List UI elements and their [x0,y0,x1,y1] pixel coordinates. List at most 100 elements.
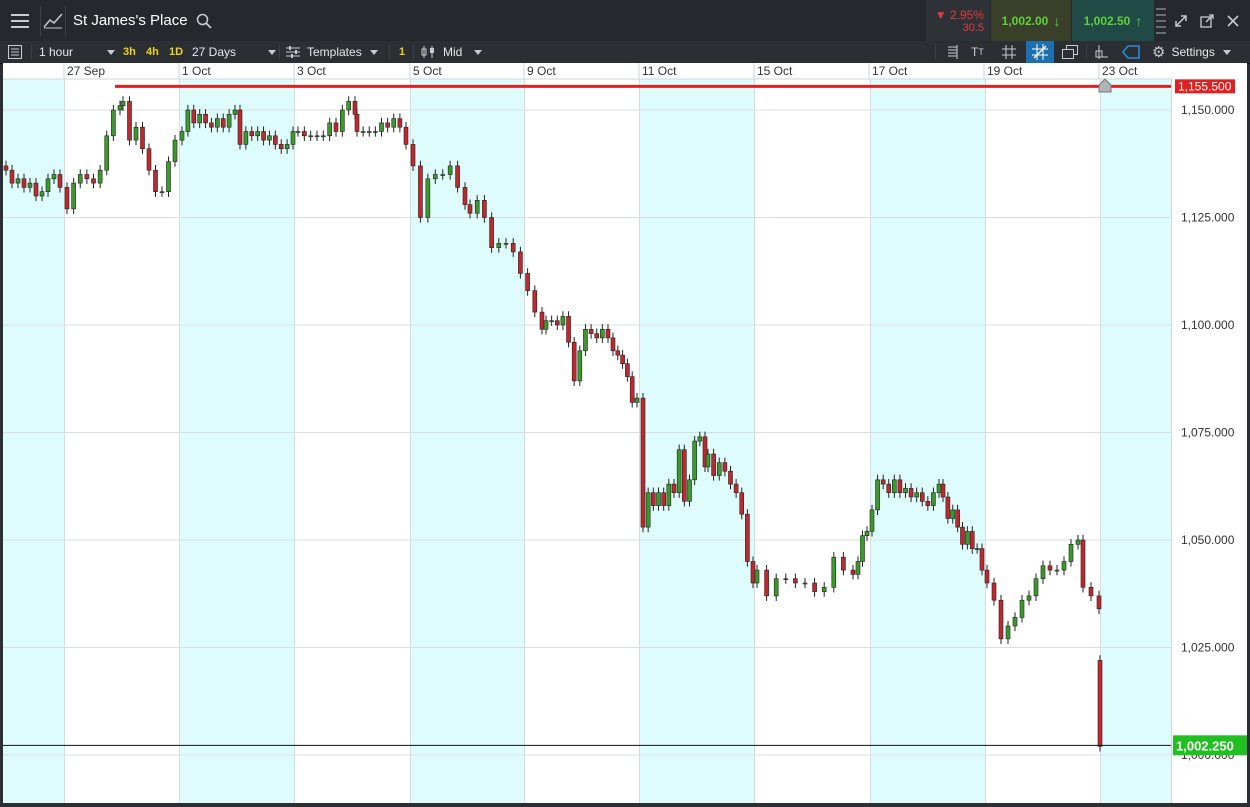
y-tick-label: 1,100.000 [1181,318,1235,332]
candles-icon [421,46,434,58]
candle-body [936,483,942,494]
drawing-icon[interactable] [1094,41,1108,63]
candle-body [892,479,897,493]
candle-body [385,122,390,128]
candle-body [634,397,640,403]
expand-icon[interactable] [1170,0,1192,41]
candle-body [1012,617,1018,627]
candle-body [651,492,656,506]
candle-body [697,436,703,442]
menu-icon[interactable] [0,0,40,41]
candle-body [661,492,666,506]
candle-body [64,187,70,210]
range-select[interactable]: 27 Days [192,41,276,63]
candle-body [940,483,946,498]
templates-button[interactable]: Templates [286,41,378,63]
candle-body [991,582,997,601]
quick-1d-button[interactable]: 1D [169,41,183,63]
candle-body [979,548,985,571]
layers-icon[interactable] [1062,41,1078,63]
candle-body [352,101,358,115]
candle-body [57,174,63,188]
candle-body [27,182,33,188]
chart-area[interactable]: 27 Sep 1 Oct 3 Oct 5 Oct 9 Oct 11 Oct 15 Oct 17… [3,63,1247,803]
candle-body [172,139,178,162]
candle-body [897,479,903,493]
chart-toolbar: 1 hour 3h 4h 1D 27 Days Templates 1 Mid … [0,41,1250,64]
candle-body [379,122,384,132]
candle-body [440,174,446,176]
crosshair-grid-icon[interactable] [1026,41,1054,63]
candlestick-chart[interactable]: 27 Sep 1 Oct 3 Oct 5 Oct 9 Oct 11 Oct 15 Oct 17… [3,63,1247,803]
price-change: ▼ 2.95% 30.5 [926,0,990,41]
indicators-icon[interactable] [944,41,958,63]
text-size-icon[interactable]: TT [971,41,984,63]
quick-4h-button[interactable]: 4h [146,41,159,63]
candle-body [640,397,646,528]
candle-body [1033,578,1039,597]
day-shade-band [179,79,294,803]
quick-4h-label: 4h [146,46,159,58]
sell-button[interactable]: 1,002.00 ↓ [991,0,1071,41]
drag-handle-icon[interactable] [1154,0,1168,41]
candle-body [273,135,278,145]
candle-body [783,578,789,581]
one-button[interactable]: 1 [399,41,405,63]
search-icon[interactable] [196,13,212,34]
title-bar: St James's Place ▼ 2.95% 30.5 1,002.00 ↓… [0,0,1250,42]
label-tag-icon[interactable] [1118,41,1144,63]
candle-body [821,586,827,592]
change-absolute: 30.5 [962,22,984,34]
candle-body [267,135,272,141]
day-shade-band [1100,79,1171,803]
x-tick-label: 9 Oct [527,64,556,78]
interval-select[interactable]: 1 hour [39,41,115,63]
candle-body [998,599,1004,640]
y-tick-label: 1,150.000 [1181,103,1235,117]
price-type-select[interactable]: Mid [421,41,483,63]
close-icon[interactable] [1222,0,1244,41]
candle-body [360,131,366,133]
candle-body [733,483,739,494]
candle-body [1005,625,1011,640]
candle-body [931,492,936,506]
candle-body [1068,543,1074,562]
candle-body [945,496,951,519]
x-tick-label: 27 Sep [67,64,105,78]
candle-body [919,492,925,502]
buy-button[interactable]: 1,002.50 ↑ [1072,0,1154,41]
candle-body [104,135,110,171]
candle-body [969,531,975,549]
candle-body [645,492,651,528]
quick-3h-button[interactable]: 3h [123,41,136,63]
sliders-icon [286,46,300,58]
candle-body [615,350,621,356]
chart-type-icon[interactable] [41,0,65,41]
candle-body [354,113,360,132]
candle-body [925,500,931,506]
grid-icon[interactable] [1002,41,1016,63]
candle-body [249,131,255,137]
candle-body [366,131,372,133]
change-percent: ▼ 2.95% [934,8,984,22]
candle-body [711,453,716,476]
candle-body [314,135,320,138]
interval-label: 1 hour [39,45,74,59]
candle-body [543,320,549,330]
popout-icon[interactable] [1196,0,1218,41]
candle-body [705,453,711,468]
candle-body [812,582,817,592]
quick-3h-label: 3h [123,46,136,58]
settings-button[interactable]: ⚙ Settings [1152,41,1231,63]
candle-body [1019,599,1025,618]
candle-body [625,363,630,377]
candle-body [1054,569,1060,572]
candle-body [467,204,473,214]
candle-body [1097,660,1103,747]
candle-body [425,178,431,218]
list-icon[interactable] [8,41,22,63]
candle-body [588,328,594,334]
sell-price: 1,002.00 [1001,13,1049,28]
candle-body [750,561,756,584]
candle-body [391,118,397,128]
